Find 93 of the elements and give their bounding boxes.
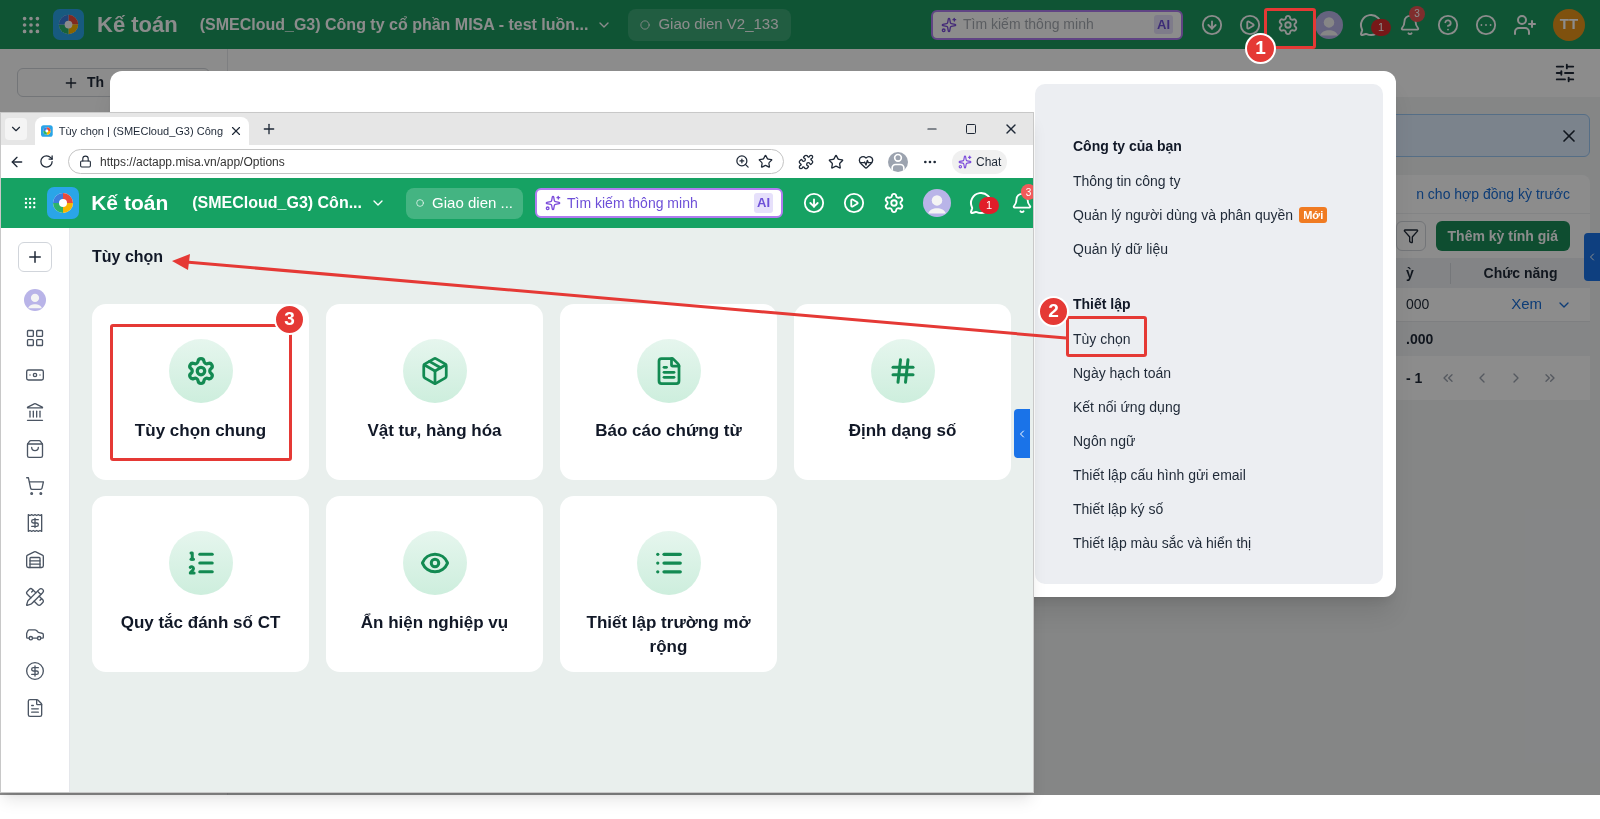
- filter-icon: [1402, 228, 1419, 244]
- maximize-icon[interactable]: [965, 123, 977, 135]
- option-card[interactable]: Ẩn hiện nghiệp vụ: [326, 496, 543, 672]
- card-label: Ẩn hiện nghiệp vụ: [359, 612, 510, 634]
- browser-tab[interactable]: Tùy chọn | (SMECloud_G3) Công: [35, 117, 249, 145]
- receipt-icon[interactable]: [25, 513, 45, 533]
- total-cell-text: .000: [1405, 329, 1434, 349]
- favorites-icon[interactable]: [828, 153, 844, 170]
- notification-badge: 3: [1409, 5, 1425, 22]
- tab-list-button[interactable]: [5, 118, 27, 140]
- zoom-icon[interactable]: [735, 154, 750, 169]
- notification-badge: 3: [1021, 184, 1033, 200]
- option-card[interactable]: Định dạng số: [794, 304, 1011, 480]
- download-icon[interactable]: [1201, 13, 1223, 36]
- option-card[interactable]: Vật tư, hàng hóa: [326, 304, 543, 480]
- chat-badge: 1: [979, 197, 999, 214]
- settings-icon[interactable]: [1277, 13, 1299, 36]
- section-title: Công ty của bạn: [1073, 137, 1183, 156]
- menu-item[interactable]: Ngày hạch toán: [1073, 362, 1172, 384]
- add-user-icon[interactable]: [1513, 12, 1537, 37]
- menu-item[interactable]: Thiết lập màu sắc và hiển thị: [1073, 532, 1252, 554]
- app-logo-icon: [53, 9, 84, 40]
- reload-icon[interactable]: [39, 154, 54, 169]
- menu-item[interactable]: Quản lý người dùng và phân quyền: [1073, 204, 1294, 226]
- app-name: Kế toán: [91, 190, 169, 217]
- shopping-bag-icon[interactable]: [25, 439, 45, 459]
- page-title: Tùy chọn: [92, 247, 165, 267]
- menu-item[interactable]: Thông tin công ty: [1073, 170, 1181, 192]
- card-label: Vật tư, hàng hóa: [366, 420, 503, 442]
- new-badge: Mới: [1299, 206, 1328, 224]
- circle-icon: [416, 198, 425, 208]
- document-icon[interactable]: [25, 698, 45, 718]
- search-input[interactable]: Tìm kiếm thông minh: [567, 192, 748, 214]
- gear-icon: [185, 356, 216, 386]
- user-avatar: TT: [1553, 8, 1585, 41]
- chat-button[interactable]: Chat: [952, 149, 1008, 174]
- favorite-star-icon[interactable]: [758, 154, 773, 169]
- extensions-icon[interactable]: [798, 153, 814, 170]
- warehouse-icon[interactable]: [25, 550, 45, 570]
- menu-item[interactable]: Tùy chọn: [1073, 328, 1131, 350]
- copilot-icon: [958, 154, 972, 169]
- url-text: https://actapp.misa.vn/app/Options: [100, 153, 286, 171]
- card-label: Tùy chọn chung: [133, 420, 268, 442]
- search-field[interactable]: Tìm kiếm thông minh AI: [535, 188, 783, 218]
- app-logo-icon: [41, 124, 53, 138]
- ai-search-icon: [545, 195, 561, 211]
- menu-item[interactable]: Thiết lập cấu hình gửi email: [1073, 464, 1246, 486]
- sliders-icon[interactable]: [1554, 62, 1576, 84]
- chat-icon[interactable]: [969, 191, 993, 215]
- app-logo-icon: [47, 187, 80, 219]
- menu-item[interactable]: Thiết lập ký số: [1073, 498, 1164, 520]
- chat-badge: 1: [1371, 18, 1391, 36]
- settings-icon[interactable]: [883, 192, 905, 214]
- ai-search-icon: [941, 16, 957, 33]
- avatar-icon: [923, 189, 951, 217]
- table-cell-text: 000: [1405, 295, 1431, 314]
- chat-icon[interactable]: [1359, 12, 1383, 37]
- plus-icon: [26, 248, 44, 266]
- option-card[interactable]: Báo cáo chứng từ: [560, 304, 777, 480]
- card-label: Báo cáo chứng từ: [594, 420, 743, 442]
- close-tab-icon[interactable]: [229, 124, 243, 138]
- download-icon[interactable]: [803, 192, 825, 214]
- pencil-ruler-icon[interactable]: [25, 587, 45, 607]
- ai-label: AI: [1154, 14, 1173, 35]
- card-label: Thiết lập trường mở rộng: [585, 612, 752, 658]
- play-icon[interactable]: [843, 192, 865, 214]
- section-title: Thiết lập: [1073, 295, 1132, 314]
- cart-icon[interactable]: [25, 476, 45, 496]
- menu-item[interactable]: Kết nối ứng dụng: [1073, 396, 1181, 418]
- avatar-icon: [1315, 10, 1343, 39]
- option-card[interactable]: Quy tắc đánh số CT: [92, 496, 309, 672]
- option-card[interactable]: Thiết lập trường mở rộng: [560, 496, 777, 672]
- avatar-icon: [24, 289, 46, 311]
- column-header: ỳ: [1405, 263, 1415, 283]
- ai-label: AI: [754, 193, 773, 213]
- lock-icon: [79, 155, 92, 168]
- card-label: Quy tắc đánh số CT: [119, 612, 282, 634]
- help-icon[interactable]: [1437, 13, 1459, 36]
- card-label: Định dạng số: [847, 420, 958, 442]
- menu-item[interactable]: Quản lý dữ liệu: [1073, 238, 1168, 260]
- health-icon[interactable]: [858, 153, 874, 170]
- box-icon: [419, 356, 450, 386]
- add-button[interactable]: [18, 242, 52, 272]
- play-icon[interactable]: [1239, 13, 1261, 36]
- menu-item[interactable]: Ngôn ngữ: [1073, 430, 1136, 452]
- app-name: Kế toán: [97, 11, 178, 39]
- new-tab-icon[interactable]: [261, 121, 277, 137]
- circle-icon: [640, 19, 651, 30]
- tab-title: Tùy chọn | (SMECloud_G3) Công: [58, 123, 223, 139]
- bank-icon[interactable]: [25, 402, 45, 422]
- page-range: - 1: [1406, 368, 1423, 388]
- dashboard-icon[interactable]: [25, 328, 45, 348]
- dollar-icon[interactable]: [25, 661, 45, 681]
